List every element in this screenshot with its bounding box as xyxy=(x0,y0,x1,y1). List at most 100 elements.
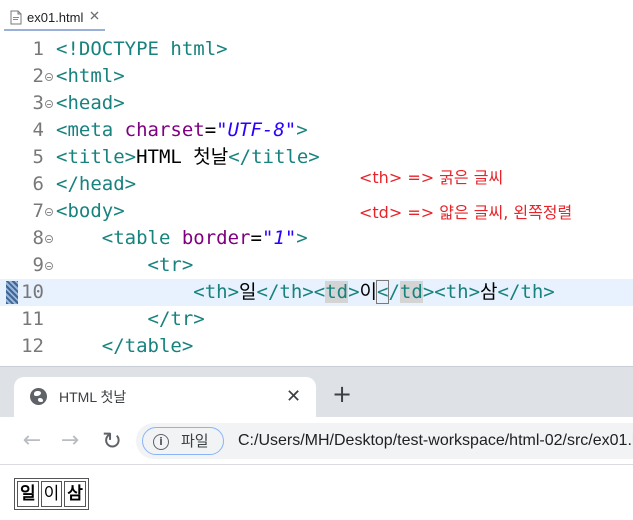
info-icon: i xyxy=(153,434,169,450)
code-token: = xyxy=(250,227,262,249)
site-info-chip[interactable]: i 파일 xyxy=(142,427,224,455)
code-text: <tr> xyxy=(56,252,194,279)
code-token: < xyxy=(313,281,326,303)
html-file-icon xyxy=(10,10,22,25)
line-number: 8 xyxy=(32,227,44,249)
code-text: <table border="1"> xyxy=(56,225,308,252)
fold-toggle-icon[interactable] xyxy=(45,235,53,243)
code-token: </th> xyxy=(497,281,555,303)
editor-tab-bar: ex01.html xyxy=(0,0,633,36)
code-token: <th> xyxy=(193,281,240,303)
line-gutter: 7 xyxy=(0,198,56,225)
code-line-8[interactable]: 8 <table border="1"> xyxy=(0,225,633,252)
matched-tag-highlight: td xyxy=(325,281,349,303)
browser-tab[interactable]: HTML 첫날 ✕ xyxy=(14,377,316,417)
matched-tag-highlight: td xyxy=(399,281,423,303)
code-token: </title> xyxy=(228,146,320,168)
editor-tab-label: ex01.html xyxy=(27,9,84,25)
code-text: </table> xyxy=(56,333,194,360)
rendered-table: 일 이 삼 xyxy=(14,478,89,510)
code-token: <table xyxy=(101,227,182,249)
fold-toggle-icon[interactable] xyxy=(45,262,53,270)
code-token: <title> xyxy=(56,146,137,168)
line-number: 10 xyxy=(21,281,44,303)
editor-tab-close-icon[interactable] xyxy=(90,11,99,23)
code-token: <head> xyxy=(56,92,125,114)
line-gutter: 8 xyxy=(0,225,56,252)
code-token: </head> xyxy=(56,173,137,195)
url-text[interactable]: C:/Users/MH/Desktop/test-workspace/html-… xyxy=(238,423,633,459)
forward-arrow-icon[interactable]: → xyxy=(56,425,84,457)
line-number: 3 xyxy=(32,92,44,114)
line-gutter: 11 xyxy=(0,306,56,333)
code-text-content: 일 xyxy=(239,281,257,303)
code-token: <html> xyxy=(56,65,125,87)
globe-icon xyxy=(30,388,47,405)
code-text: </head> xyxy=(56,171,136,198)
line-gutter: 4 xyxy=(0,117,56,144)
code-line-1[interactable]: 1 <!DOCTYPE html> xyxy=(0,36,633,63)
bracket-match-box: < xyxy=(375,280,390,304)
code-token: > xyxy=(296,119,308,141)
code-line-5[interactable]: 5 <title>HTML 첫날</title> xyxy=(0,144,633,171)
code-text-content: HTML 첫날 xyxy=(136,146,229,168)
code-line-11[interactable]: 11 </tr> xyxy=(0,306,633,333)
code-text-content: 이 xyxy=(359,281,378,303)
line-number: 12 xyxy=(21,335,44,357)
code-token: <!DOCTYPE html> xyxy=(56,38,228,60)
table-header-cell: 삼 xyxy=(64,481,86,507)
code-text: <!DOCTYPE html> xyxy=(56,36,228,63)
browser-window: HTML 첫날 ✕ + ← → ↻ i 파일 C:/Users/MH/Deskt… xyxy=(0,366,633,520)
code-text: <meta charset="UTF-8"> xyxy=(56,117,308,144)
fold-toggle-icon[interactable] xyxy=(45,73,53,81)
fold-toggle-icon[interactable] xyxy=(45,208,53,216)
code-token: <tr> xyxy=(147,254,194,276)
line-number: 1 xyxy=(32,38,44,60)
reload-icon[interactable]: ↻ xyxy=(98,425,126,457)
code-text: <title>HTML 첫날</title> xyxy=(56,144,320,171)
code-line-10[interactable]: 10 <th>일</th><td>이</td><th>삼</th> xyxy=(0,279,633,306)
code-line-2[interactable]: 2 <html> xyxy=(0,63,633,90)
editor-tab-ex01[interactable]: ex01.html xyxy=(4,5,106,31)
code-line-6[interactable]: 6 </head> xyxy=(0,171,633,198)
code-text: <th>일</th><td>이</td><th>삼</th> xyxy=(56,279,555,306)
line-number: 2 xyxy=(32,65,44,87)
code-token: > xyxy=(296,227,308,249)
back-arrow-icon[interactable]: ← xyxy=(18,425,46,457)
code-token: / xyxy=(388,281,400,303)
current-line-marker-icon xyxy=(6,281,18,304)
table-row: 일 이 삼 xyxy=(17,481,86,507)
line-number: 7 xyxy=(32,200,44,222)
table-data-cell: 이 xyxy=(40,481,63,507)
code-token: </tr> xyxy=(147,308,205,330)
code-token: = xyxy=(204,119,217,141)
code-token: <body> xyxy=(56,200,125,222)
fold-toggle-icon[interactable] xyxy=(45,100,53,108)
browser-tab-title: HTML 첫날 xyxy=(59,389,127,405)
line-gutter: 6 xyxy=(0,171,56,198)
code-text: </tr> xyxy=(56,306,205,333)
new-tab-button[interactable]: + xyxy=(330,379,354,409)
code-line-4[interactable]: 4 <meta charset="UTF-8"> xyxy=(0,117,633,144)
code-line-3[interactable]: 3 <head> xyxy=(0,90,633,117)
line-gutter: 2 xyxy=(0,63,56,90)
address-bar[interactable]: i 파일 C:/Users/MH/Desktop/test-workspace/… xyxy=(136,423,633,459)
code-token: </th> xyxy=(256,281,314,303)
line-gutter: 1 xyxy=(0,36,56,63)
code-attr: charset xyxy=(124,119,205,141)
close-tab-icon[interactable]: ✕ xyxy=(286,377,301,417)
code-token: > xyxy=(422,281,435,303)
line-number: 11 xyxy=(21,308,44,330)
line-gutter: 3 xyxy=(0,90,56,117)
code-value: "UTF-8" xyxy=(216,119,297,141)
browser-tab-strip: HTML 첫날 ✕ + xyxy=(0,367,633,417)
code-token: <th> xyxy=(434,281,481,303)
code-line-9[interactable]: 9 <tr> xyxy=(0,252,633,279)
page-viewport: 일 이 삼 xyxy=(0,466,633,520)
code-line-12[interactable]: 12 </table> xyxy=(0,333,633,360)
code-value: "1" xyxy=(261,227,297,249)
